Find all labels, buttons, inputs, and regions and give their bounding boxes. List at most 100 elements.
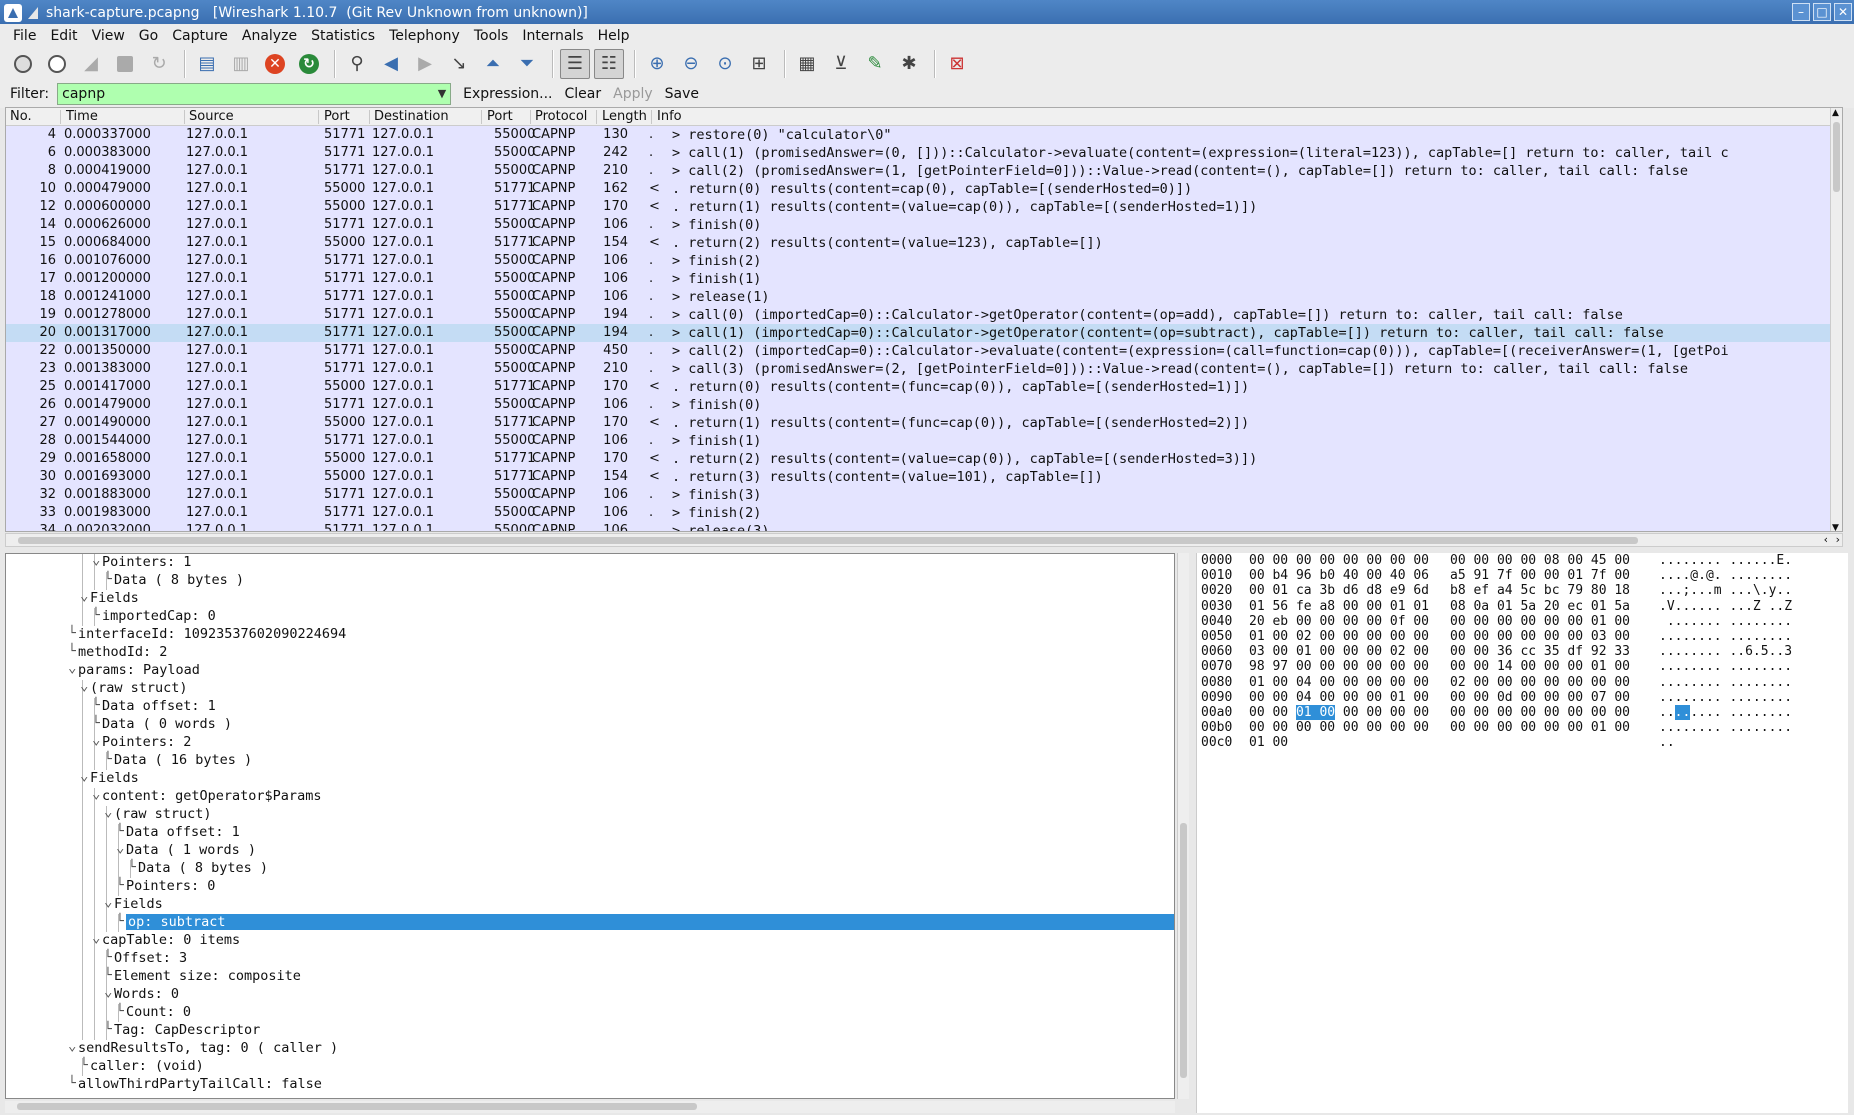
packet-row[interactable]: 12 0.000600000 127.0.0.1 55000 127.0.0.1 5177… <box>6 198 1842 216</box>
maximize-button[interactable]: □ <box>1813 3 1831 21</box>
hex-bytes[interactable]: b8 ef a4 5c bc 79 80 18 <box>1450 583 1630 598</box>
details-vscrollbar[interactable] <box>1177 553 1189 1099</box>
tree-node[interactable]: ⌄ Fields <box>6 894 1174 914</box>
packet-row[interactable]: 14 0.000626000 127.0.0.1 51771 127.0.0.1 5500… <box>6 216 1842 234</box>
menu-analyze[interactable]: Analyze <box>235 28 304 44</box>
packet-bytes-pane[interactable]: 0000 00 00 00 00 00 00 00 00 00 00 00 00 0… <box>1196 553 1848 1113</box>
expander-open-icon[interactable]: ⌄ <box>68 1038 76 1054</box>
ascii-bytes[interactable]: ........ ........ <box>1659 629 1792 644</box>
hex-bytes[interactable]: 00 00 00 00 00 00 01 00 <box>1450 720 1630 735</box>
packet-row[interactable]: 25 0.001417000 127.0.0.1 55000 127.0.0.1 5177… <box>6 378 1842 396</box>
hex-bytes[interactable]: 00 01 ca 3b d6 d8 e9 6d <box>1249 583 1429 598</box>
hex-bytes[interactable]: 00 00 00 00 08 00 45 00 <box>1450 553 1630 568</box>
packet-row[interactable]: 27 0.001490000 127.0.0.1 55000 127.0.0.1 5177… <box>6 414 1842 432</box>
stop-capture-icon[interactable] <box>110 49 140 79</box>
menu-telephony[interactable]: Telephony <box>382 28 467 44</box>
find-packet-icon[interactable]: ⚲ <box>342 49 372 79</box>
hex-bytes[interactable]: 20 eb 00 00 00 00 0f 00 <box>1249 614 1429 629</box>
col-length-header[interactable]: Length <box>602 109 647 124</box>
hex-bytes[interactable]: 00 00 14 00 00 00 01 00 <box>1450 659 1630 674</box>
tree-node[interactable]: └ Data ( 0 words ) <box>6 716 1174 734</box>
tree-node[interactable]: ⌄ (raw struct) <box>6 804 1174 824</box>
tree-node[interactable]: ⌄ Fields <box>6 768 1174 788</box>
resize-columns-icon[interactable]: ⊞ <box>744 49 774 79</box>
ascii-bytes[interactable]: ........ ........ <box>1659 675 1792 690</box>
menu-view[interactable]: View <box>85 28 132 44</box>
col-time-header[interactable]: Time <box>66 109 98 124</box>
scroll-thumb[interactable] <box>1833 122 1840 192</box>
packet-row[interactable]: 33 0.001983000 127.0.0.1 51771 127.0.0.1 5500… <box>6 504 1842 522</box>
packet-row[interactable]: 15 0.000684000 127.0.0.1 55000 127.0.0.1 5177… <box>6 234 1842 252</box>
packet-row[interactable]: 26 0.001479000 127.0.0.1 51771 127.0.0.1 5500… <box>6 396 1842 414</box>
display-filters-icon[interactable]: ⊻ <box>826 49 856 79</box>
help-icon[interactable]: ⊠ <box>942 49 972 79</box>
hex-bytes[interactable]: 00 00 00 00 00 00 00 00 <box>1450 705 1630 720</box>
scroll-down-icon[interactable]: ▼ <box>1832 523 1839 531</box>
scroll-thumb[interactable] <box>18 537 1638 544</box>
scroll-up-icon[interactable]: ▲ <box>1832 108 1839 118</box>
tree-node[interactable]: ⌄ sendResultsTo, tag: 0 ( caller ) <box>6 1038 1174 1058</box>
close-file-icon[interactable]: ✕ <box>260 49 290 79</box>
go-back-icon[interactable]: ◀ <box>376 49 406 79</box>
menu-go[interactable]: Go <box>132 28 165 44</box>
ascii-bytes[interactable]: .. <box>1659 735 1675 750</box>
expander-open-icon[interactable]: ⌄ <box>92 732 100 748</box>
packet-row[interactable]: 16 0.001076000 127.0.0.1 51771 127.0.0.1 5500… <box>6 252 1842 270</box>
minimize-button[interactable]: – <box>1792 3 1810 21</box>
save-button[interactable]: Save <box>665 86 699 102</box>
highlighted-bytes[interactable]: 01 00 <box>1295 704 1336 720</box>
col-destination-header[interactable]: Destination <box>374 109 449 124</box>
expression-button[interactable]: Expression... <box>463 86 552 102</box>
capture-filters-icon[interactable]: ▦ <box>792 49 822 79</box>
hex-bytes[interactable]: 98 97 00 00 00 00 00 00 <box>1249 659 1429 674</box>
tree-node[interactable]: └ Data offset: 1 <box>6 698 1174 716</box>
col-protocol-header[interactable]: Protocol <box>535 109 587 124</box>
close-button[interactable]: ✕ <box>1834 3 1852 21</box>
go-to-packet-icon[interactable]: ↘ <box>444 49 474 79</box>
scroll-right-icon[interactable]: › <box>1836 533 1840 546</box>
packet-row[interactable]: 32 0.001883000 127.0.0.1 51771 127.0.0.1 5500… <box>6 486 1842 504</box>
ascii-bytes[interactable]: ........ ..6.5..3 <box>1659 644 1792 659</box>
chevron-down-icon[interactable]: ▼ <box>438 87 446 100</box>
col-sport-header[interactable]: Port <box>324 109 350 124</box>
col-info-header[interactable]: Info <box>657 109 682 124</box>
tree-node[interactable]: ⌄ Pointers: 1 <box>6 554 1174 572</box>
tree-node[interactable]: ⌄ content: getOperator$Params <box>6 786 1174 806</box>
col-source-header[interactable]: Source <box>189 109 234 124</box>
packet-list-vscrollbar[interactable]: ▲ ▼ <box>1830 108 1842 531</box>
tree-node[interactable]: └ caller: (void) <box>6 1058 1174 1076</box>
start-capture-icon[interactable]: ◢ <box>76 49 106 79</box>
ascii-bytes[interactable]: .V...... ...Z ..Z <box>1659 599 1792 614</box>
hex-bytes[interactable]: 00 00 00 00 00 00 01 00 <box>1450 614 1630 629</box>
packet-list[interactable]: No. Time Source Port Destination Port Pr… <box>5 107 1843 532</box>
packet-row[interactable]: 28 0.001544000 127.0.0.1 51771 127.0.0.1 5500… <box>6 432 1842 450</box>
zoom-in-icon[interactable]: ⊕ <box>642 49 672 79</box>
tree-node[interactable]: └ Data ( 16 bytes ) <box>6 752 1174 770</box>
menu-tools[interactable]: Tools <box>467 28 516 44</box>
tree-node[interactable]: └ importedCap: 0 <box>6 608 1174 626</box>
expander-open-icon[interactable]: ⌄ <box>104 804 112 820</box>
tree-node[interactable]: ⌄ Pointers: 2 <box>6 732 1174 752</box>
packet-row[interactable]: 29 0.001658000 127.0.0.1 55000 127.0.0.1 5177… <box>6 450 1842 468</box>
menu-capture[interactable]: Capture <box>165 28 235 44</box>
packet-row[interactable]: 23 0.001383000 127.0.0.1 51771 127.0.0.1 5500… <box>6 360 1842 378</box>
tree-node[interactable]: ⌄ (raw struct) <box>6 678 1174 698</box>
clear-button[interactable]: Clear <box>565 86 602 102</box>
tree-node[interactable]: └ Count: 0 <box>6 1004 1174 1022</box>
packet-row[interactable]: 34 0.002032000 127.0.0.1 51771 127.0.0.1 5500… <box>6 522 1842 531</box>
hex-bytes[interactable]: 03 00 01 00 00 00 02 00 <box>1249 644 1429 659</box>
zoom-normal-icon[interactable]: ⊙ <box>710 49 740 79</box>
expander-open-icon[interactable]: ⌄ <box>92 554 100 568</box>
packet-row[interactable]: 22 0.001350000 127.0.0.1 51771 127.0.0.1 5500… <box>6 342 1842 360</box>
tree-node[interactable]: └ methodId: 2 <box>6 644 1174 662</box>
packet-row[interactable]: 19 0.001278000 127.0.0.1 51771 127.0.0.1 5500… <box>6 306 1842 324</box>
expander-open-icon[interactable]: ⌄ <box>92 930 100 946</box>
packet-row[interactable]: 10 0.000479000 127.0.0.1 55000 127.0.0.1 5177… <box>6 180 1842 198</box>
tree-node[interactable]: └ Offset: 3 <box>6 950 1174 968</box>
packet-row[interactable]: 4 0.000337000 127.0.0.1 51771 127.0.0.1 55000… <box>6 126 1842 144</box>
filter-input[interactable]: capnp ▼ <box>57 83 452 105</box>
hex-bytes[interactable]: 01 56 fe a8 00 00 01 01 <box>1249 599 1429 614</box>
tree-node[interactable]: └ Tag: CapDescriptor <box>6 1022 1174 1040</box>
packet-row[interactable]: 8 0.000419000 127.0.0.1 51771 127.0.0.1 55000… <box>6 162 1842 180</box>
tree-node[interactable]: ⌄ Data ( 1 words ) <box>6 840 1174 860</box>
